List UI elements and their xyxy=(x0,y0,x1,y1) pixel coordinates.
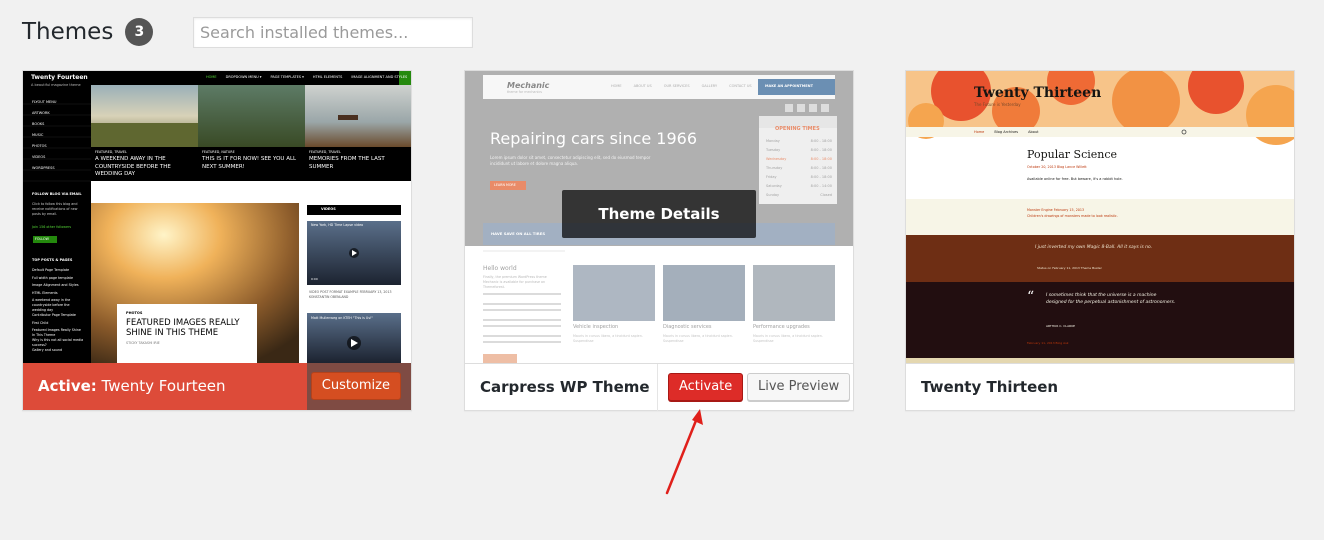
theme-details-button[interactable]: Theme Details xyxy=(562,190,756,238)
activate-button[interactable]: Activate xyxy=(668,373,744,401)
preview-top-post: A weekend away in the countryside before… xyxy=(32,298,71,312)
quote-mark-icon: “ xyxy=(1027,289,1035,305)
theme-count-badge: 3 xyxy=(125,18,154,46)
preview-quote-meta: February 11, 2013 Blog Ask xyxy=(1027,341,1069,345)
theme-name: Twenty Thirteen xyxy=(921,378,1059,396)
preview-menu-item: IMAGE ALIGNMENT AND STYLES xyxy=(351,75,408,79)
preview-site-title: Twenty Thirteen xyxy=(974,85,1102,101)
active-label: Active: xyxy=(38,377,97,395)
preview-status-text: I just inverted my own Magic 8-Ball. All… xyxy=(1035,245,1153,250)
theme-card-twenty-thirteen[interactable]: Twenty Thirteen The Future is Yesterday … xyxy=(905,70,1295,411)
preview-post-text: Available online for free. But beware, i… xyxy=(1027,177,1123,181)
preview-tile-caption: FEATURED, TRAVEL MEMORIES FROM THE LAST … xyxy=(309,150,409,171)
preview-follow-count: Join 156 other followers xyxy=(32,225,72,229)
preview-tile-category: FEATURED, NATURE xyxy=(202,150,235,154)
preview-site-title: Twenty Fourteen xyxy=(31,74,88,81)
theme-screenshot[interactable]: Mechanic theme for mechanics HOME ABOUT … xyxy=(465,71,853,363)
preview-quote-author: ARTHUR C. CLARKE xyxy=(1046,324,1076,328)
preview-sidebar-item: PHOTOS xyxy=(32,144,47,148)
preview-tile-category: FEATURED, TRAVEL xyxy=(95,150,127,154)
preview-post-category: PHOTOS xyxy=(126,311,143,315)
preview-follow-button: FOLLOW xyxy=(35,237,49,241)
preview-top-post: HTML Elements xyxy=(32,290,58,295)
preview-top-post: Contributor Page Template xyxy=(32,313,76,317)
preview-featured-post: PHOTOS FEATURED IMAGES REALLY SHINE IN T… xyxy=(126,311,256,345)
theme-card-carpress[interactable]: Mechanic theme for mechanics HOME ABOUT … xyxy=(464,70,854,411)
theme-name: Carpress WP Theme xyxy=(480,378,650,396)
preview-post-title: FEATURED IMAGES REALLY SHINE IN THIS THE… xyxy=(126,318,240,338)
preview-top-post: Gallery and sound xyxy=(32,348,63,352)
actions-divider xyxy=(657,364,658,411)
preview-menu-item: HOME xyxy=(206,75,217,79)
preview-tile-caption: FEATURED, TRAVEL A WEEKEND AWAY IN THE C… xyxy=(95,150,195,179)
preview-aside-meta: Monster Engine February 15, 2013 xyxy=(1027,208,1085,212)
search-input[interactable] xyxy=(193,17,473,48)
page-header: Themes 3 xyxy=(22,16,154,48)
preview-videos-title: VIDEOS xyxy=(321,207,336,211)
preview-sidebar-item: VIDEOS xyxy=(32,155,46,159)
preview-nav-item: Home xyxy=(974,130,985,134)
preview-top-post: First Child xyxy=(32,320,49,325)
preview-video-time: 0:00 xyxy=(311,277,318,281)
preview-menu-item: DROPDOWN MENU ▾ xyxy=(225,75,262,79)
theme-actions-bar: Carpress WP Theme Activate Live Preview xyxy=(465,363,853,411)
customize-button[interactable]: Customize xyxy=(310,372,401,400)
active-theme-name: Twenty Fourteen xyxy=(101,377,226,395)
theme-card-twenty-fourteen[interactable]: Twenty Fourteen A beautiful magazine the… xyxy=(22,70,412,411)
preview-top-post: Featured Images Really Shine In This The… xyxy=(32,328,81,337)
preview-sidebar-item: WORDPRESS xyxy=(32,166,55,170)
preview-sidebar-menu: FLYOUT MENU ARTWORK BOOKS MUSIC PHOTOS V… xyxy=(32,100,84,177)
preview-nav: Home Blog Archives About xyxy=(974,130,1038,134)
preview-top-post: Full width page template xyxy=(32,275,73,280)
preview-sidebar-item: MUSIC xyxy=(32,133,44,137)
preview-post-meta: STICKY TAKASHI IRIE xyxy=(126,341,160,345)
preview-menu-item: HTML ELEMENTS xyxy=(312,75,343,79)
preview-top-posts-title: TOP POSTS & PAGES xyxy=(32,258,73,262)
preview-tile-category: FEATURED, TRAVEL xyxy=(309,150,341,154)
preview-post-title: Popular Science xyxy=(1027,148,1118,161)
preview-top-posts: Default Page Template Full width page te… xyxy=(32,268,84,356)
preview-top-menu: HOME DROPDOWN MENU ▾ PAGE TEMPLATES ▾ HT… xyxy=(206,75,407,79)
preview-tagline: A beautiful magazine theme xyxy=(31,83,81,87)
preview-follow-text: Click to follow this blog and receive no… xyxy=(32,202,78,216)
preview-follow-title: FOLLOW BLOG VIA EMAIL xyxy=(32,192,82,196)
theme-name: Active: Twenty Fourteen xyxy=(38,363,226,410)
live-preview-button[interactable]: Live Preview xyxy=(747,373,851,401)
preview-post-meta: October 20, 2013 Blog Lance Willett xyxy=(1027,165,1087,169)
preview-top-post: Default Page Template xyxy=(32,268,70,272)
preview-nav-item: About xyxy=(1028,130,1039,134)
preview-top-post: Image Alignment and Styles xyxy=(32,283,79,287)
preview-tile-title: MEMORIES FROM THE LAST SUMMER xyxy=(309,156,385,170)
theme-screenshot[interactable]: Twenty Fourteen A beautiful magazine the… xyxy=(23,71,411,363)
preview-menu-item: PAGE TEMPLATES ▾ xyxy=(270,75,304,79)
preview-tile-caption: FEATURED, NATURE THIS IS IT FOR NOW! SEE… xyxy=(202,150,302,171)
preview-video-title: Matt Mullenweg on KTEH "This is Us!" xyxy=(311,316,373,320)
preview-tagline: The Future is Yesterday xyxy=(974,102,1021,107)
preview-top-post: Why is this not all social media success… xyxy=(32,338,84,347)
theme-actions-bar: Active: Twenty Fourteen Customize xyxy=(23,363,411,410)
preview-tile-title: THIS IS IT FOR NOW! SEE YOU ALL NEXT SUM… xyxy=(202,156,297,170)
preview-nav-item: Blog Archives xyxy=(994,130,1019,134)
preview-tile-title: A WEEKEND AWAY IN THE COUNTRYSIDE BEFORE… xyxy=(95,156,171,177)
preview-status-meta: Status on February 11, 2013 Theme Buster xyxy=(1037,266,1102,270)
preview-aside-text: Children's drawings of monsters made to … xyxy=(1027,214,1118,218)
preview-sidebar-item: FLYOUT MENU xyxy=(32,100,57,104)
preview-video-title: New York, HD Time Lapse video xyxy=(311,223,364,227)
theme-actions-bar: Twenty Thirteen xyxy=(906,363,1294,410)
theme-screenshot[interactable]: Twenty Thirteen The Future is Yesterday … xyxy=(906,71,1294,363)
preview-quote-text: I sometimes think that the universe is a… xyxy=(1046,293,1176,305)
preview-sidebar-item: ARTWORK xyxy=(32,111,50,115)
page-title: Themes xyxy=(22,19,114,45)
annotation-arrow-icon xyxy=(665,409,703,495)
preview-video-caption: VIDEO POST FORMAT EXAMPLE FEBRUARY 13, 2… xyxy=(309,290,392,299)
preview-sidebar-item: BOOKS xyxy=(32,122,45,126)
